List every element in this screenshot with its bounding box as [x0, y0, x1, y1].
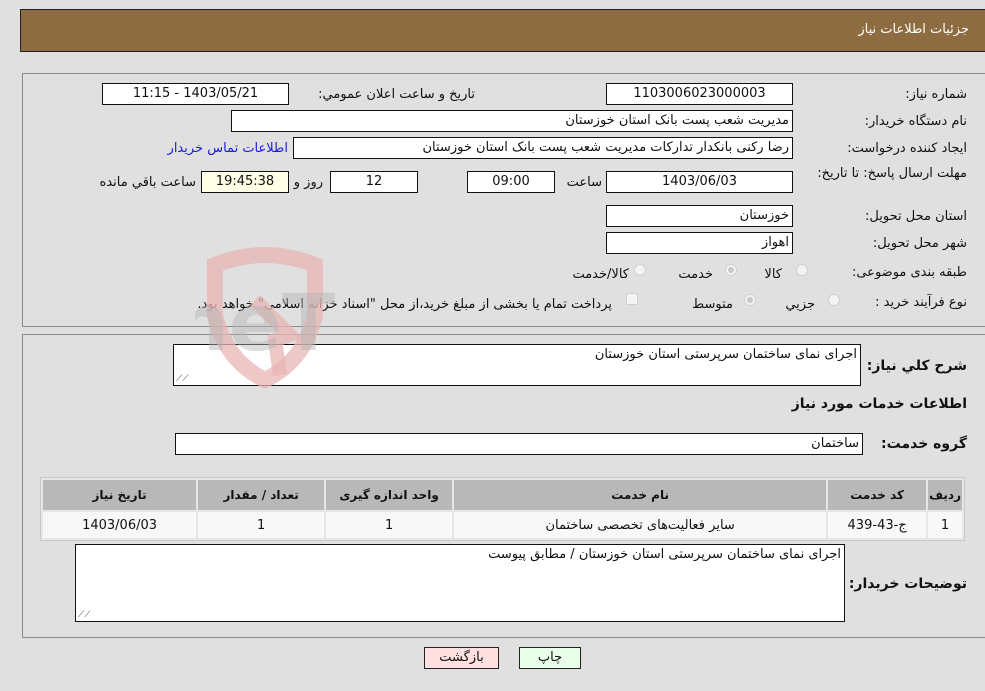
category-radio-goods-service[interactable] [634, 264, 646, 276]
page-title: جزئیات اطلاعات نیاز [858, 22, 969, 37]
services-section-title: اطلاعات خدمات مورد نیاز [791, 396, 967, 412]
treasury-checkbox[interactable] [626, 293, 638, 305]
deadline-time-field: 09:00 [467, 171, 555, 193]
announce-datetime-field: 1403/05/21 - 11:15 [102, 83, 289, 105]
need-number-field: 1103006023000003 [606, 83, 793, 105]
col-header-service-code: کد خدمت [828, 480, 927, 510]
resize-grip-icon[interactable]: ⟋⟋ [176, 374, 189, 384]
cell-service-name: سایر فعالیت‌های تخصصی ساختمان [454, 512, 827, 538]
cell-unit: 1 [326, 512, 453, 538]
requester-field: رضا رکنی بانکدار تدارکات مدیریت شعب پست … [293, 137, 793, 159]
category-radio-goods[interactable] [796, 264, 808, 276]
purchase-type-radio-medium[interactable] [744, 294, 756, 306]
buyer-notes-label: توضیحات خریدار: [848, 576, 967, 592]
days-label: روز و [293, 175, 323, 190]
cell-need-date: 1403/06/03 [43, 512, 197, 538]
table-header-row: ردیف کد خدمت نام خدمت واحد اندازه گیری ت… [43, 480, 962, 510]
category-label: طبقه بندی موضوعی: [851, 265, 967, 280]
city-label: شهر محل تحویل: [872, 236, 967, 251]
province-label: استان محل تحویل: [865, 209, 967, 224]
resize-grip-icon[interactable]: ⟋⟋ [78, 610, 91, 620]
category-radio-service[interactable] [725, 264, 737, 276]
remaining-time-field: 19:45:38 [201, 171, 289, 193]
col-header-quantity: تعداد / مقدار [198, 480, 325, 510]
col-header-row-number: ردیف [928, 480, 962, 510]
back-button[interactable]: بازگشت [424, 647, 499, 669]
deadline-label: مهلت ارسال پاسخ: تا تاریخ: [817, 166, 967, 181]
buyer-org-label: نام دستگاه خریدار: [864, 114, 967, 129]
remaining-days-field: 12 [330, 171, 418, 193]
purchase-type-label: نوع فرآیند خرید : [875, 295, 967, 310]
purchase-type-option-minor: جزيي [785, 297, 815, 312]
deadline-date-field: 1403/06/03 [606, 171, 793, 193]
col-header-need-date: تاریخ نیاز [43, 480, 197, 510]
buyer-contact-link[interactable]: اطلاعات تماس خریدار [168, 141, 288, 156]
treasury-note: پرداخت تمام یا بخشی از مبلغ خرید،از محل … [197, 297, 612, 312]
requester-label: ایجاد کننده درخواست: [847, 141, 967, 156]
category-option-service: خدمت [678, 267, 713, 282]
col-header-service-name: نام خدمت [454, 480, 827, 510]
services-table: ردیف کد خدمت نام خدمت واحد اندازه گیری ت… [40, 477, 965, 541]
city-field: اهواز [606, 232, 793, 254]
province-field: خوزستان [606, 205, 793, 227]
cell-row-number: 1 [928, 512, 962, 538]
service-group-label: گروه خدمت: [881, 436, 967, 452]
buyer-org-field: مدیریت شعب پست بانک استان خوزستان [231, 110, 793, 132]
announce-datetime-label: تاریخ و ساعت اعلان عمومي: [318, 87, 475, 102]
purchase-type-radio-minor[interactable] [828, 294, 840, 306]
buyer-notes-field[interactable]: اجرای نمای ساختمان سرپرستی استان خوزستان… [75, 544, 845, 622]
page-header: جزئیات اطلاعات نیاز [20, 9, 985, 52]
general-desc-text: اجرای نمای ساختمان سرپرستی استان خوزستان [594, 347, 857, 362]
service-group-field: ساختمان [175, 433, 863, 455]
general-desc-label: شرح كلي نیاز: [866, 358, 967, 374]
cell-quantity: 1 [198, 512, 325, 538]
general-desc-field[interactable]: اجرای نمای ساختمان سرپرستی استان خوزستان… [173, 344, 861, 386]
deadline-time-label: ساعت [566, 175, 602, 190]
print-button[interactable]: چاپ [519, 647, 581, 669]
purchase-type-option-medium: متوسط [692, 297, 733, 312]
category-option-goods: کالا [764, 267, 782, 282]
col-header-unit: واحد اندازه گیری [326, 480, 453, 510]
buyer-notes-text: اجرای نمای ساختمان سرپرستی استان خوزستان… [488, 547, 841, 562]
remaining-time-label: ساعت باقي مانده [99, 175, 196, 190]
need-number-label: شماره نیاز: [905, 87, 967, 102]
table-row: 1 ج-43-439 سایر فعالیت‌های تخصصی ساختمان… [43, 512, 962, 538]
cell-service-code: ج-43-439 [828, 512, 927, 538]
category-option-goods-service: کالا/خدمت [572, 267, 629, 282]
